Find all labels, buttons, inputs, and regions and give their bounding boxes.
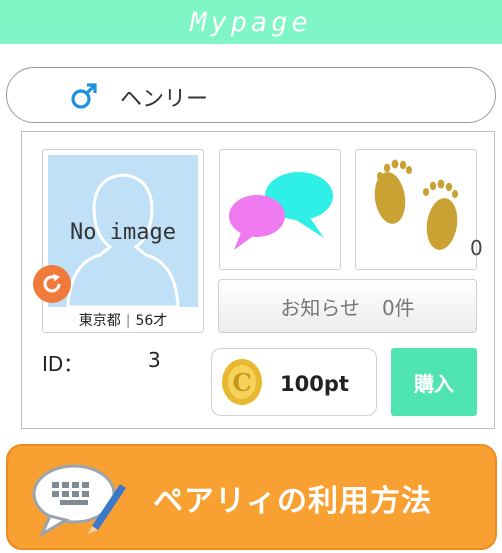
avatar-card[interactable]: No image 東京都 | 56才 bbox=[42, 149, 204, 333]
messages-tile[interactable] bbox=[219, 149, 341, 270]
notice-label: お知らせ bbox=[280, 295, 360, 320]
id-label: ID： bbox=[42, 352, 84, 376]
chat-bubbles-icon bbox=[229, 172, 333, 250]
footprints-count: 0 bbox=[470, 236, 483, 260]
meta-separator: | bbox=[125, 313, 131, 329]
age-text: 56才 bbox=[135, 313, 168, 329]
footprints-tile[interactable] bbox=[355, 149, 477, 270]
profile-name: ヘンリー bbox=[120, 87, 209, 112]
keyboard-pencil-icon bbox=[32, 464, 126, 536]
refresh-icon bbox=[43, 274, 61, 293]
profile-name-bar[interactable]: ヘンリー bbox=[6, 67, 496, 123]
buy-points-button[interactable]: 購入 bbox=[391, 348, 477, 416]
svg-text:C: C bbox=[232, 368, 251, 397]
notice-count: 0件 bbox=[381, 295, 415, 320]
header-bar: Mypage bbox=[0, 0, 502, 44]
footprints-icon bbox=[374, 159, 458, 250]
points-value: 100pt bbox=[280, 372, 349, 396]
avatar-meta: 東京都 | 56才 bbox=[43, 310, 203, 330]
id-value: 3 bbox=[148, 348, 161, 372]
avatar-placeholder-text: No image bbox=[70, 220, 176, 245]
male-symbol-icon bbox=[71, 83, 97, 109]
notice-button[interactable]: お知らせ 0件 bbox=[218, 279, 477, 333]
location-text: 東京都 bbox=[78, 313, 121, 329]
howto-banner-button[interactable]: ペアリィの利用方法 bbox=[6, 444, 497, 550]
page-title: Mypage bbox=[190, 6, 312, 38]
howto-label: ペアリィの利用方法 bbox=[153, 484, 432, 519]
refresh-button[interactable] bbox=[33, 265, 71, 303]
points-box: C 100pt bbox=[211, 348, 377, 416]
coin-icon: C bbox=[222, 359, 262, 405]
